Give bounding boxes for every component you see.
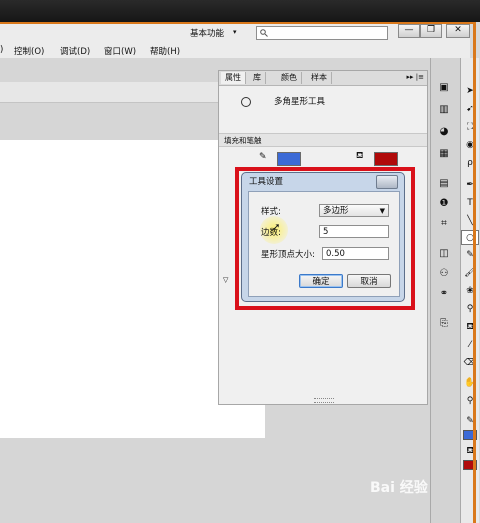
window-frame-accent [0,22,476,523]
window-titlebar [0,0,480,22]
watermark-text: Bai 经验 [370,480,428,496]
